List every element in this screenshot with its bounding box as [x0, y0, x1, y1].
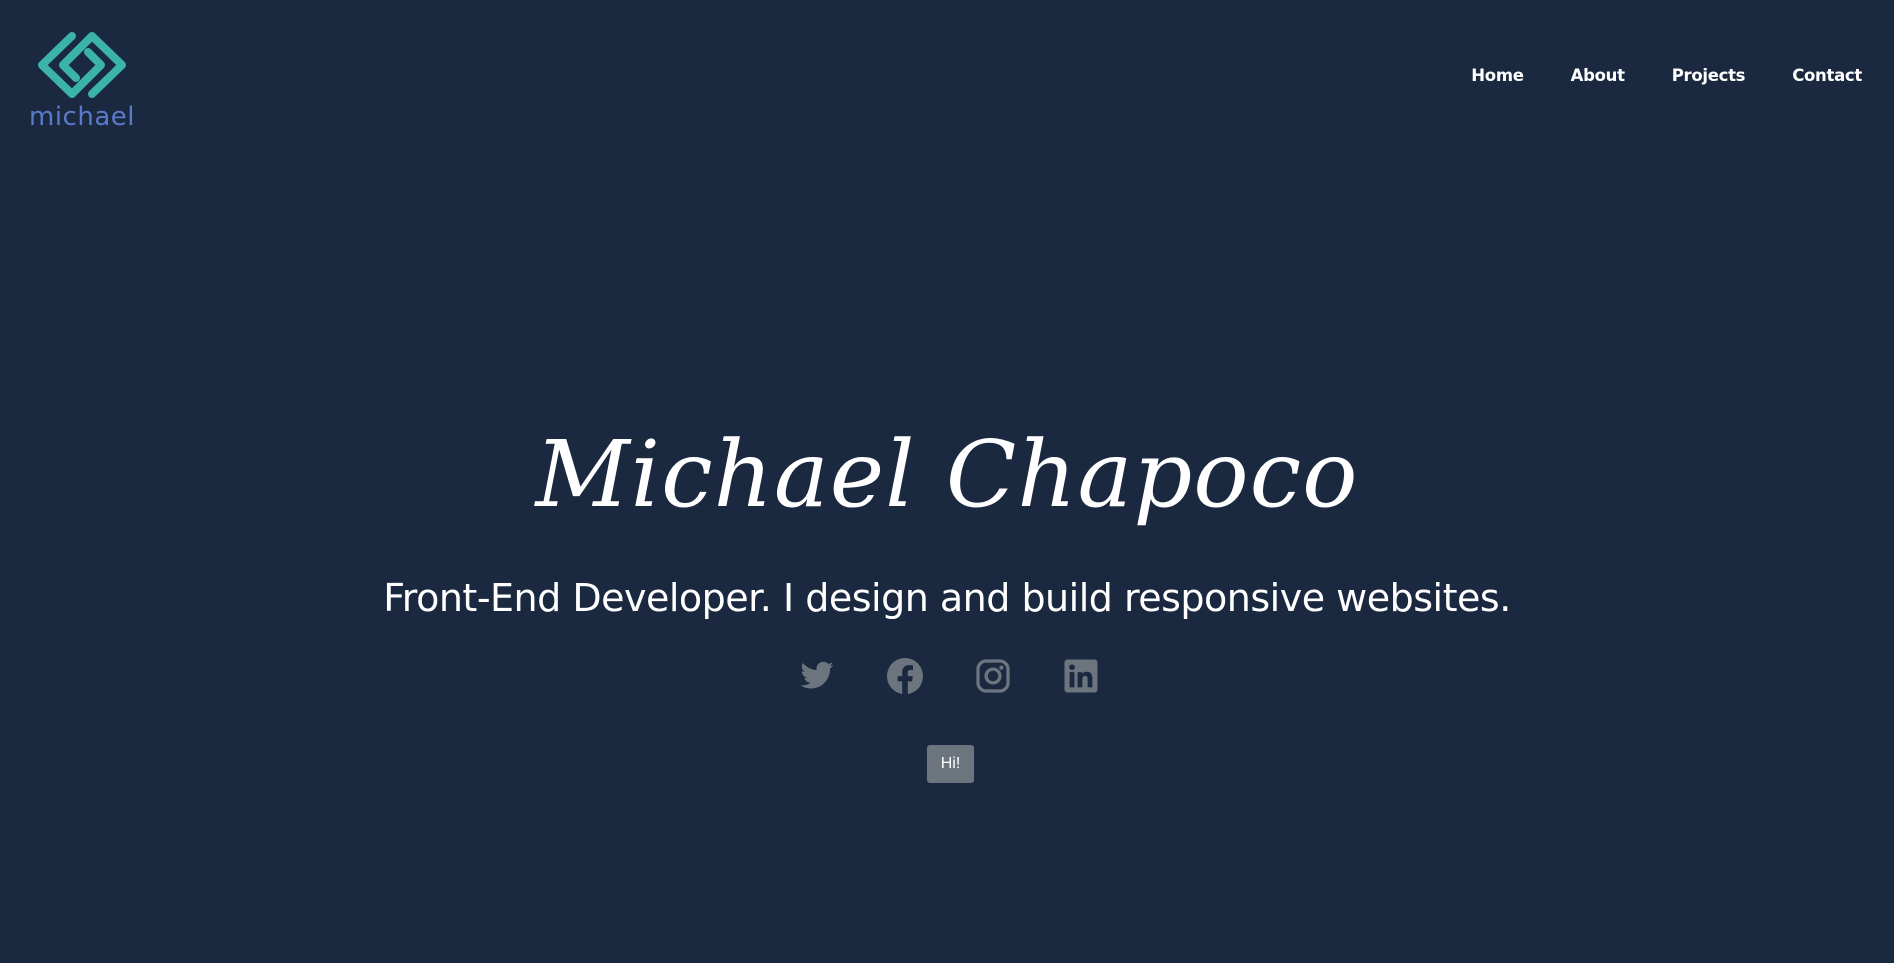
nav-home-link[interactable]: Home: [1471, 64, 1524, 88]
linkedin-icon: [1064, 659, 1098, 693]
hero-name: Michael Chapoco: [535, 421, 1359, 528]
twitter-icon: [800, 661, 834, 689]
instagram-icon: [976, 659, 1010, 693]
main-nav: Home About Projects Contact: [1471, 64, 1862, 88]
nav-contact-link[interactable]: Contact: [1792, 64, 1862, 88]
site-logo[interactable]: michael: [28, 28, 136, 132]
linkedin-link[interactable]: [1063, 658, 1099, 694]
facebook-icon: [887, 658, 923, 694]
logo-mark-icon: [38, 32, 126, 98]
hero-tagline: Front-End Developer. I design and build …: [383, 576, 1511, 620]
hi-button[interactable]: Hi!: [927, 745, 974, 783]
logo-text: michael: [29, 102, 135, 132]
twitter-link[interactable]: [799, 658, 835, 694]
social-links: [0, 658, 1894, 694]
facebook-link[interactable]: [887, 658, 923, 694]
nav-projects-link[interactable]: Projects: [1672, 64, 1746, 88]
instagram-link[interactable]: [975, 658, 1011, 694]
nav-about-link[interactable]: About: [1571, 64, 1625, 88]
